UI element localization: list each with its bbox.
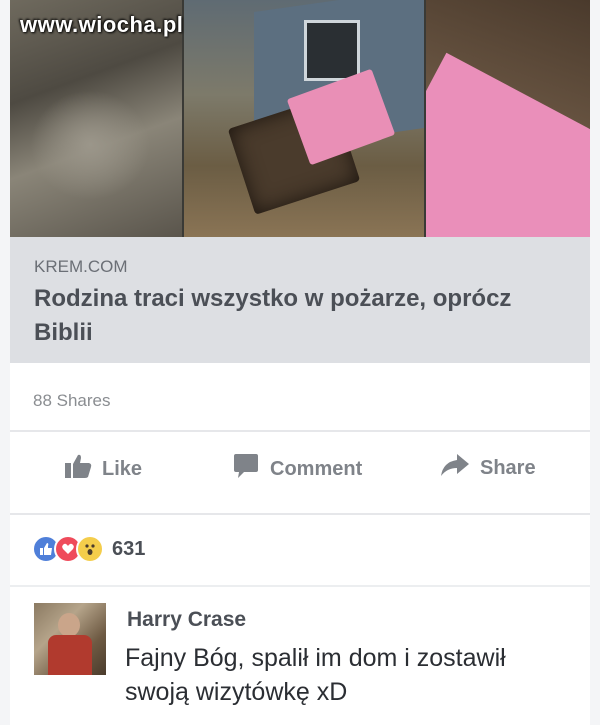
pink-cover-shape bbox=[426, 52, 590, 237]
house-window-shape bbox=[304, 20, 360, 81]
shares-count[interactable]: 88 Shares bbox=[33, 391, 111, 411]
share-label: Share bbox=[480, 456, 536, 479]
comment-author[interactable]: Harry Crase bbox=[127, 608, 246, 632]
divider bbox=[10, 513, 590, 515]
link-headline[interactable]: Rodzina traci wszystko w pożarze, oprócz… bbox=[34, 282, 574, 350]
comment-bubble-icon bbox=[232, 453, 260, 485]
thumbs-up-icon bbox=[64, 453, 92, 485]
divider bbox=[10, 585, 590, 587]
post-card: 88 Shares Like Comment Share 631 Harry C… bbox=[10, 363, 590, 725]
avatar-face-shape bbox=[58, 613, 80, 637]
avatar-body-shape bbox=[48, 635, 92, 675]
post-actions-bar: Like Comment Share bbox=[10, 453, 590, 493]
site-watermark: www.wiocha.pl bbox=[20, 12, 184, 37]
share-button[interactable]: Share bbox=[440, 453, 536, 483]
link-domain: KREM.COM bbox=[34, 257, 128, 276]
like-label: Like bbox=[102, 457, 143, 480]
wow-reaction-icon bbox=[76, 535, 104, 563]
share-arrow-icon bbox=[440, 453, 470, 483]
comment-button[interactable]: Comment bbox=[232, 453, 362, 485]
reactions-count: 631 bbox=[112, 537, 146, 560]
like-button[interactable]: Like bbox=[64, 453, 142, 485]
bible-in-hand-photo bbox=[184, 0, 424, 237]
reactions-summary[interactable]: 631 bbox=[32, 535, 145, 563]
comment-label: Comment bbox=[270, 457, 363, 480]
avatar[interactable] bbox=[34, 603, 106, 675]
divider bbox=[10, 430, 590, 432]
link-preview-box[interactable]: KREM.COM Rodzina traci wszystko w pożarz… bbox=[10, 237, 590, 363]
comment-text: Fajny Bóg, spalił im dom i zostawił swoj… bbox=[125, 644, 506, 706]
pink-bible-closeup-photo bbox=[426, 0, 590, 237]
